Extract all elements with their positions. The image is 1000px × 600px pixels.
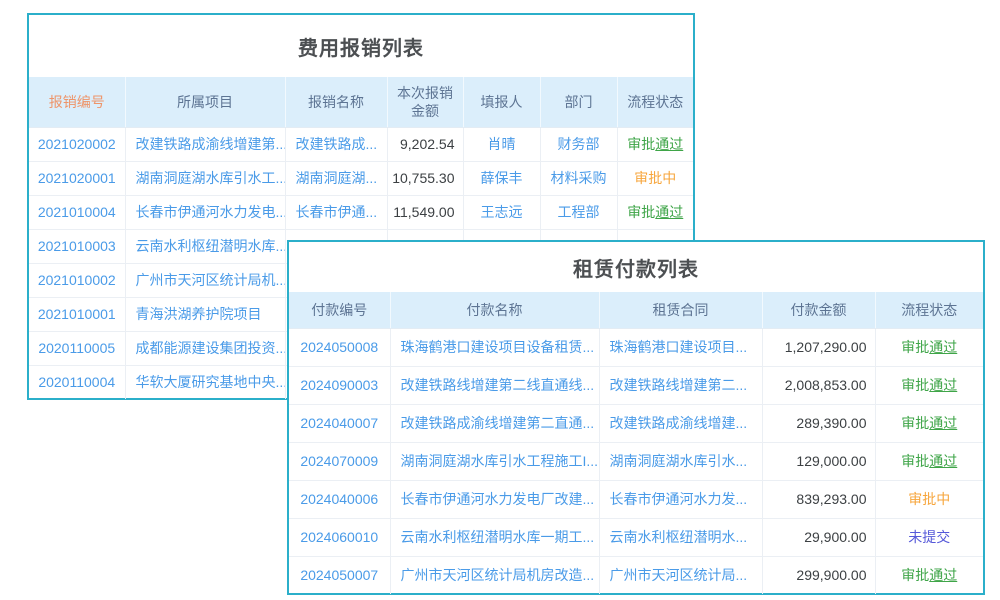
expense-table-header-row: 报销编号所属项目报销名称本次报销金额填报人部门流程状态	[29, 77, 693, 127]
cell-name[interactable]: 改建铁路成...	[285, 127, 387, 161]
table-row: 2024070009湖南洞庭湖水库引水工程施工I...湖南洞庭湖水库引水...1…	[289, 442, 983, 480]
column-header-contract: 租赁合同	[599, 292, 762, 328]
table-row: 2024040007改建铁路成渝线增建第二直通...改建铁路成渝线增建...28…	[289, 404, 983, 442]
cell-status[interactable]: 审批中	[875, 480, 983, 518]
cell-amount: 11,549.00	[387, 195, 463, 229]
cell-dept[interactable]: 工程部	[540, 195, 617, 229]
cell-amount: 289,390.00	[762, 404, 875, 442]
table-row: 2024090003改建铁路线增建第二线直通线...改建铁路线增建第二...2,…	[289, 366, 983, 404]
column-header-project: 所属项目	[125, 77, 285, 127]
cell-amount: 2,008,853.00	[762, 366, 875, 404]
column-header-reporter: 填报人	[463, 77, 540, 127]
table-row: 2021020001湖南洞庭湖水库引水工...湖南洞庭湖...10,755.30…	[29, 161, 693, 195]
payment-table-header-row: 付款编号付款名称租赁合同付款金额流程状态	[289, 292, 983, 328]
cell-status[interactable]: 审批通过	[617, 127, 693, 161]
table-row: 2021020002改建铁路成渝线增建第...改建铁路成...9,202.54肖…	[29, 127, 693, 161]
cell-id[interactable]: 2024040006	[289, 480, 390, 518]
cell-contract[interactable]: 广州市天河区统计局...	[599, 556, 762, 594]
cell-id[interactable]: 2021010001	[29, 297, 125, 331]
column-header-id: 报销编号	[29, 77, 125, 127]
cell-id[interactable]: 2024060010	[289, 518, 390, 556]
cell-project[interactable]: 长春市伊通河水力发电...	[125, 195, 285, 229]
cell-status[interactable]: 审批通过	[875, 404, 983, 442]
cell-project[interactable]: 青海洪湖养护院项目	[125, 297, 285, 331]
column-header-status: 流程状态	[875, 292, 983, 328]
table-row: 2024050008珠海鹤港口建设项目设备租赁...珠海鹤港口建设项目...1,…	[289, 328, 983, 366]
column-header-amount: 本次报销金额	[387, 77, 463, 127]
cell-dept[interactable]: 财务部	[540, 127, 617, 161]
column-header-name: 报销名称	[285, 77, 387, 127]
cell-status[interactable]: 未提交	[875, 518, 983, 556]
cell-id[interactable]: 2021010003	[29, 229, 125, 263]
column-header-dept: 部门	[540, 77, 617, 127]
table-row: 2024040006长春市伊通河水力发电厂改建...长春市伊通河水力发...83…	[289, 480, 983, 518]
cell-amount: 10,755.30	[387, 161, 463, 195]
cell-id[interactable]: 2024050007	[289, 556, 390, 594]
cell-reporter[interactable]: 王志远	[463, 195, 540, 229]
cell-name[interactable]: 改建铁路线增建第二线直通线...	[390, 366, 599, 404]
cell-project[interactable]: 广州市天河区统计局机...	[125, 263, 285, 297]
cell-name[interactable]: 湖南洞庭湖...	[285, 161, 387, 195]
cell-status[interactable]: 审批通过	[875, 366, 983, 404]
cell-id[interactable]: 2021010002	[29, 263, 125, 297]
lease-payment-table-panel: 租赁付款列表 付款编号付款名称租赁合同付款金额流程状态 2024050008珠海…	[287, 240, 985, 595]
cell-name[interactable]: 湖南洞庭湖水库引水工程施工I...	[390, 442, 599, 480]
cell-reporter[interactable]: 薛保丰	[463, 161, 540, 195]
cell-reporter[interactable]: 肖晴	[463, 127, 540, 161]
cell-name[interactable]: 云南水利枢纽潜明水库一期工...	[390, 518, 599, 556]
cell-name[interactable]: 改建铁路成渝线增建第二直通...	[390, 404, 599, 442]
cell-amount: 1,207,290.00	[762, 328, 875, 366]
cell-id[interactable]: 2024090003	[289, 366, 390, 404]
cell-status[interactable]: 审批通过	[617, 195, 693, 229]
column-header-id: 付款编号	[289, 292, 390, 328]
cell-dept[interactable]: 材料采购	[540, 161, 617, 195]
table-row: 2021010004长春市伊通河水力发电...长春市伊通...11,549.00…	[29, 195, 693, 229]
payment-table: 付款编号付款名称租赁合同付款金额流程状态 2024050008珠海鹤港口建设项目…	[289, 292, 983, 594]
cell-id[interactable]: 2024070009	[289, 442, 390, 480]
expense-table-title: 费用报销列表	[29, 15, 693, 77]
cell-name[interactable]: 长春市伊通河水力发电厂改建...	[390, 480, 599, 518]
cell-status[interactable]: 审批通过	[875, 328, 983, 366]
cell-id[interactable]: 2020110005	[29, 331, 125, 365]
cell-amount: 839,293.00	[762, 480, 875, 518]
cell-contract[interactable]: 云南水利枢纽潜明水...	[599, 518, 762, 556]
cell-id[interactable]: 2021020001	[29, 161, 125, 195]
cell-status[interactable]: 审批通过	[875, 556, 983, 594]
cell-contract[interactable]: 湖南洞庭湖水库引水...	[599, 442, 762, 480]
cell-amount: 29,900.00	[762, 518, 875, 556]
cell-project[interactable]: 湖南洞庭湖水库引水工...	[125, 161, 285, 195]
cell-id[interactable]: 2020110004	[29, 365, 125, 399]
table-row: 2024060010云南水利枢纽潜明水库一期工...云南水利枢纽潜明水...29…	[289, 518, 983, 556]
cell-name[interactable]: 广州市天河区统计局机房改造...	[390, 556, 599, 594]
cell-project[interactable]: 成都能源建设集团投资...	[125, 331, 285, 365]
cell-contract[interactable]: 改建铁路成渝线增建...	[599, 404, 762, 442]
cell-id[interactable]: 2021020002	[29, 127, 125, 161]
table-row: 2024050007广州市天河区统计局机房改造...广州市天河区统计局...29…	[289, 556, 983, 594]
payment-table-body: 2024050008珠海鹤港口建设项目设备租赁...珠海鹤港口建设项目...1,…	[289, 328, 983, 594]
cell-contract[interactable]: 珠海鹤港口建设项目...	[599, 328, 762, 366]
cell-project[interactable]: 华软大厦研究基地中央...	[125, 365, 285, 399]
cell-contract[interactable]: 改建铁路线增建第二...	[599, 366, 762, 404]
cell-id[interactable]: 2021010004	[29, 195, 125, 229]
cell-contract[interactable]: 长春市伊通河水力发...	[599, 480, 762, 518]
cell-id[interactable]: 2024050008	[289, 328, 390, 366]
payment-table-title: 租赁付款列表	[289, 242, 983, 292]
page: { "colors": { "panel_border": "#2bafca",…	[0, 0, 1000, 600]
cell-id[interactable]: 2024040007	[289, 404, 390, 442]
cell-name[interactable]: 长春市伊通...	[285, 195, 387, 229]
column-header-amount: 付款金额	[762, 292, 875, 328]
cell-amount: 299,900.00	[762, 556, 875, 594]
cell-status[interactable]: 审批中	[617, 161, 693, 195]
column-header-name: 付款名称	[390, 292, 599, 328]
cell-name[interactable]: 珠海鹤港口建设项目设备租赁...	[390, 328, 599, 366]
cell-project[interactable]: 改建铁路成渝线增建第...	[125, 127, 285, 161]
cell-project[interactable]: 云南水利枢纽潜明水库...	[125, 229, 285, 263]
cell-amount: 9,202.54	[387, 127, 463, 161]
cell-amount: 129,000.00	[762, 442, 875, 480]
column-header-status: 流程状态	[617, 77, 693, 127]
cell-status[interactable]: 审批通过	[875, 442, 983, 480]
